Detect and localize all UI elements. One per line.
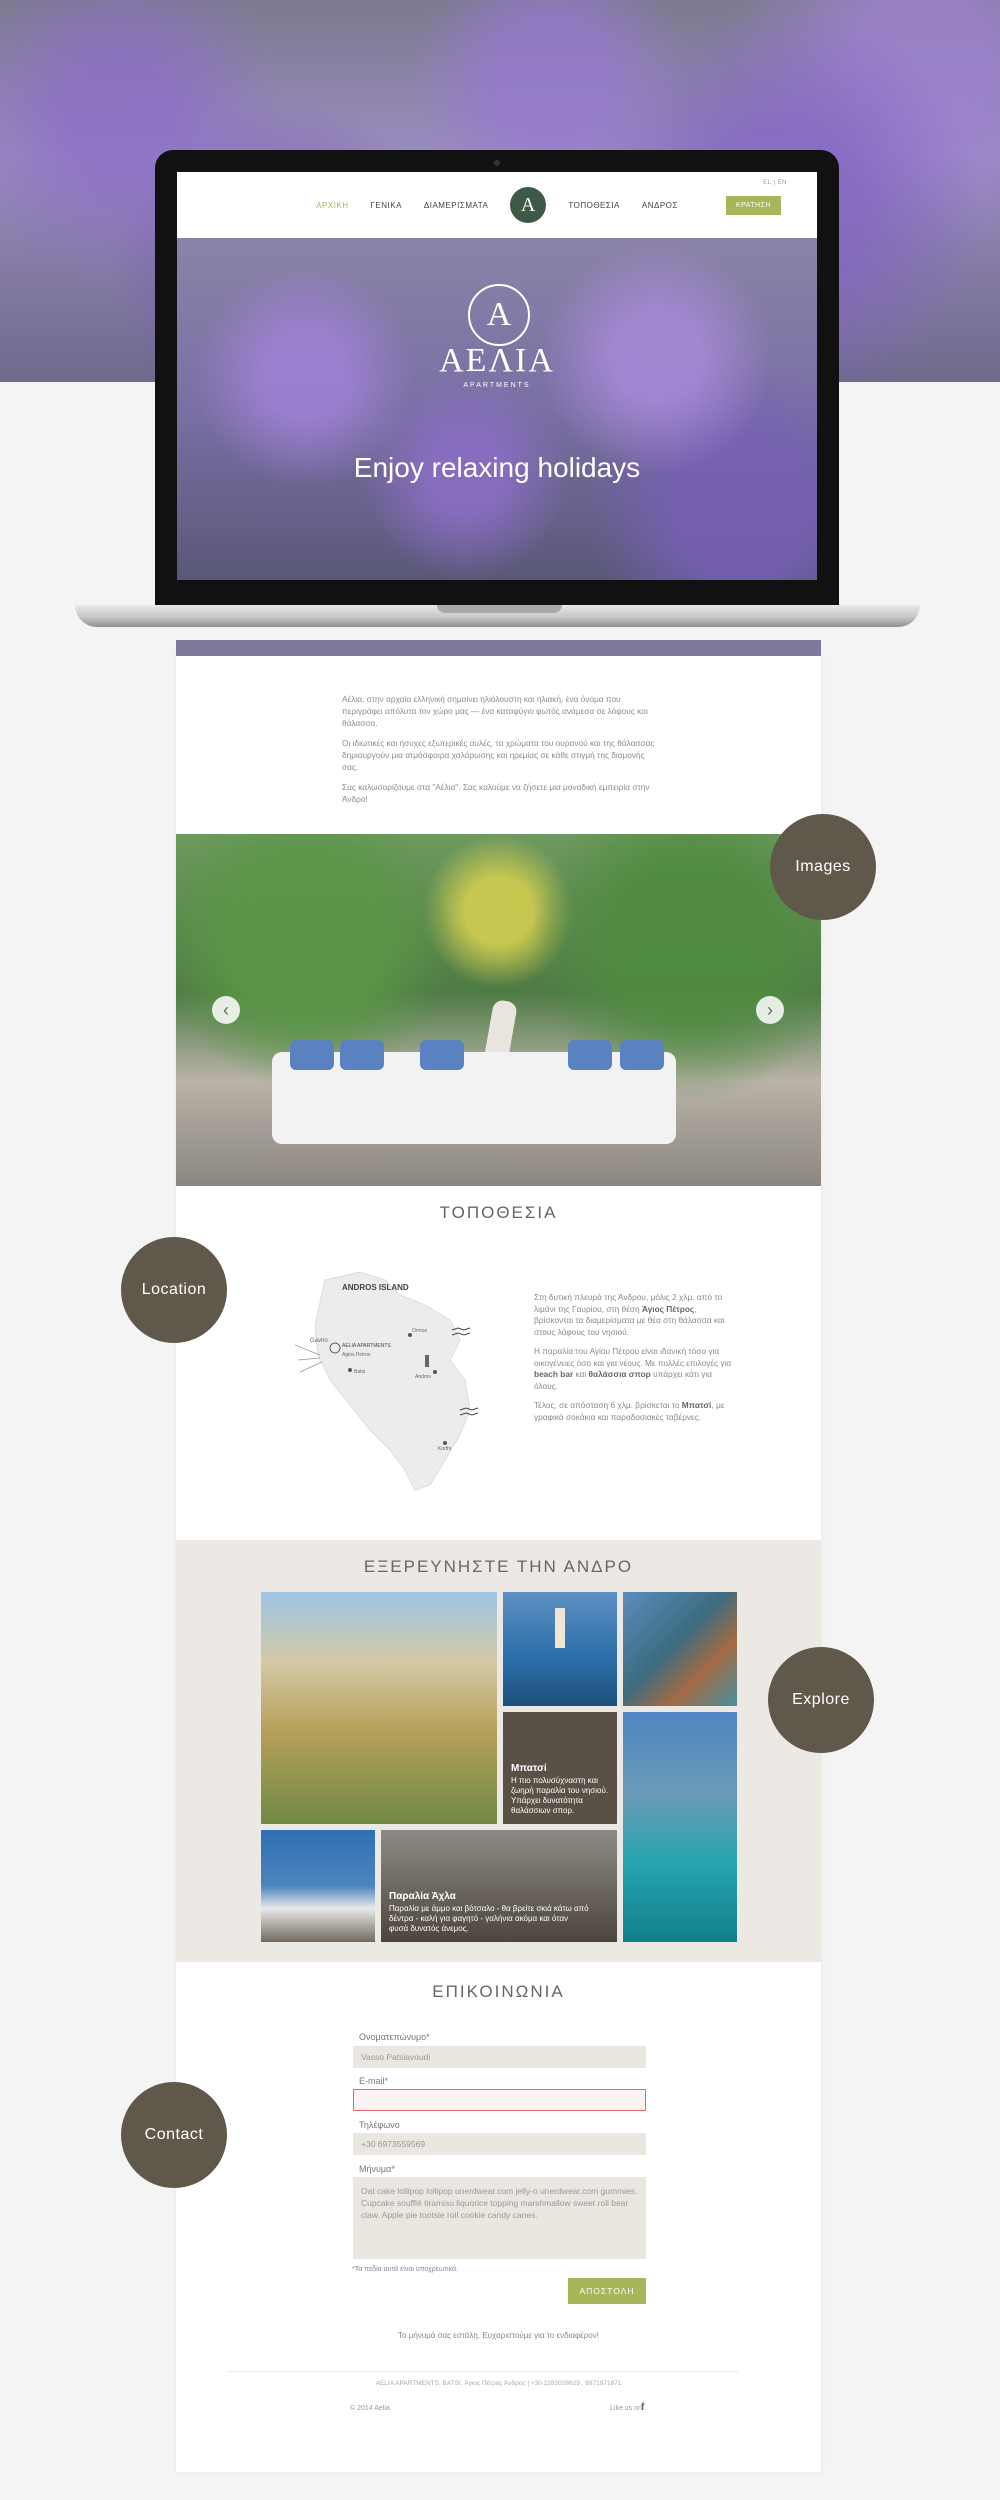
- email-field[interactable]: [353, 2089, 646, 2111]
- nav-item-general[interactable]: ΓΕΝΙΚΑ: [370, 201, 401, 210]
- contact-bubble: Contact: [121, 2082, 227, 2188]
- hero-bottom-strip: [176, 640, 821, 656]
- tile-caption-batsi: Μπατσί Η πιο πολυσύχναστη και ζωηρή παρα…: [511, 1763, 609, 1816]
- success-message: Το μήνυμά σας εστάλη. Ευχαριστούμε για τ…: [398, 2331, 599, 2340]
- explore-tile-church[interactable]: [261, 1830, 375, 1942]
- explore-tile-landscape[interactable]: [261, 1592, 497, 1824]
- cushion-shape: [568, 1040, 612, 1070]
- explore-tile-bridge[interactable]: [623, 1712, 737, 1942]
- nav-item-andros[interactable]: ΑΝΔΡΟΣ: [642, 201, 678, 210]
- location-paragraph-2: Η παραλία του Αγίου Πέτρου είναι ιδανική…: [534, 1346, 732, 1391]
- phone-label: Τηλέφωνο: [359, 2120, 400, 2130]
- book-button[interactable]: ΚΡΑΤΗΣΗ: [725, 196, 781, 215]
- required-note: *Τα πεδία αυτά είναι υποχρεωτικά.: [352, 2266, 459, 2273]
- location-text: Στη δυτική πλευρά της Άνδρου, μόλις 2 χλ…: [534, 1292, 734, 1431]
- explore-title: ΕΞΕΡΕΥΝΗΣΤΕ ΤΗΝ ΑΝΔΡΟ: [363, 1557, 634, 1576]
- intro-paragraph-2: Οι ιδιωτικές και ήσυχες εξωτερικές αυλές…: [342, 738, 655, 772]
- tile-caption-achla: Παραλία Άχλα Παραλία με άμμο και βότσαλο…: [389, 1891, 589, 1934]
- nav-item-location[interactable]: ΤΟΠΟΘΕΣΙΑ: [568, 201, 620, 210]
- map-title: ANDROS ISLAND: [342, 1283, 409, 1292]
- intro-text: Αέλια, στην αρχαία ελληνική σημαίνει ηλι…: [342, 693, 660, 813]
- map-label-gavrio: Gavrio: [310, 1338, 328, 1344]
- explore-tile-town[interactable]: [623, 1592, 737, 1706]
- footer-address: AELIA APARTMENTS, BATSI, Άγιος Πέτρος Άν…: [375, 2380, 622, 2387]
- nav-item-apartments[interactable]: ΔΙΑΜΕΡΙΣΜΑΤΑ: [424, 201, 488, 210]
- slider-prev-button[interactable]: ‹: [212, 996, 240, 1024]
- submit-button[interactable]: ΑΠΟΣΤΟΛΗ: [568, 2278, 646, 2304]
- intro-paragraph-1: Αέλια, στην αρχαία ελληνική σημαίνει ηλι…: [342, 694, 648, 728]
- contact-title: ΕΠΙΚΟΙΝΩΝΙΑ: [432, 1982, 565, 2001]
- location-title: ΤΟΠΟΘΕΣΙΑ: [439, 1203, 558, 1222]
- cushion-shape: [620, 1040, 664, 1070]
- map-label-batsi: Batsi: [354, 1369, 365, 1375]
- facebook-icon[interactable]: f: [641, 2402, 644, 2413]
- location-paragraph-3: Τέλος, σε απόσταση 6 χλμ. βρίσκεται το Μ…: [534, 1400, 725, 1422]
- slider-next-button[interactable]: ›: [756, 996, 784, 1024]
- explore-bubble: Explore: [768, 1647, 874, 1753]
- map-label-korthi: Korthi: [438, 1446, 451, 1452]
- camera-dot: [494, 160, 500, 166]
- language-switch[interactable]: EL | EN: [763, 180, 787, 186]
- map-label-agios-petros: Agios Petros: [342, 1352, 371, 1358]
- andros-map: ANDROS ISLAND Gavrio AELIA APARTMENTS Ag…: [294, 1271, 479, 1491]
- location-paragraph-1: Στη δυτική πλευρά της Άνδρου, μόλις 2 χλ…: [534, 1292, 725, 1337]
- footer-copyright: © 2014 Aelia: [350, 2405, 390, 2412]
- intro-paragraph-3: Σας καλωσορίζουμε στα "Αέλια". Σας καλού…: [342, 782, 650, 804]
- images-bubble: Images: [770, 814, 876, 920]
- chevron-left-icon: ‹: [223, 999, 229, 1020]
- inner-navigation: ΑΡΧΙΚΗ ΓΕΝΙΚΑ ΔΙΑΜΕΡΙΣΜΑΤΑ A ΤΟΠΟΘΕΣΙΑ Α…: [177, 172, 817, 238]
- brand-name: ΑΕΛΙΑ: [439, 342, 555, 379]
- map-label-ormos: Ormos: [412, 1328, 428, 1334]
- map-label-andros: Andros: [415, 1374, 431, 1380]
- cushion-shape: [290, 1040, 334, 1070]
- cushion-shape: [340, 1040, 384, 1070]
- brand-subtitle: APARTMENTS: [463, 382, 531, 389]
- name-label: Ονοματεπώνυμο*: [359, 2032, 430, 2042]
- map-label-aelia: AELIA APARTMENTS: [342, 1343, 391, 1349]
- explore-tile-batsi[interactable]: Μπατσί Η πιο πολυσύχναστη και ζωηρή παρα…: [503, 1712, 617, 1824]
- footer-divider: [228, 2371, 738, 2372]
- laptop-notch: [437, 605, 562, 613]
- chevron-right-icon: ›: [767, 999, 773, 1020]
- location-bubble: Location: [121, 1237, 227, 1343]
- explore-tile-achla[interactable]: Παραλία Άχλα Παραλία με άμμο και βότσαλο…: [381, 1830, 617, 1942]
- email-label: E-mail*: [359, 2076, 389, 2086]
- brand-mark-icon: A: [468, 284, 530, 346]
- name-field[interactable]: Vasso Patsiavoudi: [353, 2046, 646, 2068]
- lighthouse-icon: [555, 1608, 565, 1648]
- footer-like-label: Like us on: [610, 2405, 642, 2412]
- cushion-shape: [420, 1040, 464, 1070]
- inner-logo[interactable]: A: [510, 187, 547, 223]
- message-field[interactable]: Oat cake lollipop lollipop unerdwear.com…: [353, 2177, 646, 2259]
- phone-field[interactable]: +30 6973559569: [353, 2133, 646, 2155]
- laptop-screen: ΑΡΧΙΚΗ ΓΕΝΙΚΑ ΔΙΑΜΕΡΙΣΜΑΤΑ A ΤΟΠΟΘΕΣΙΑ Α…: [177, 172, 817, 580]
- hero-tagline: Enjoy relaxing holidays: [353, 452, 641, 483]
- message-label: Μήνυμα*: [359, 2164, 395, 2174]
- nav-item-home[interactable]: ΑΡΧΙΚΗ: [316, 201, 348, 210]
